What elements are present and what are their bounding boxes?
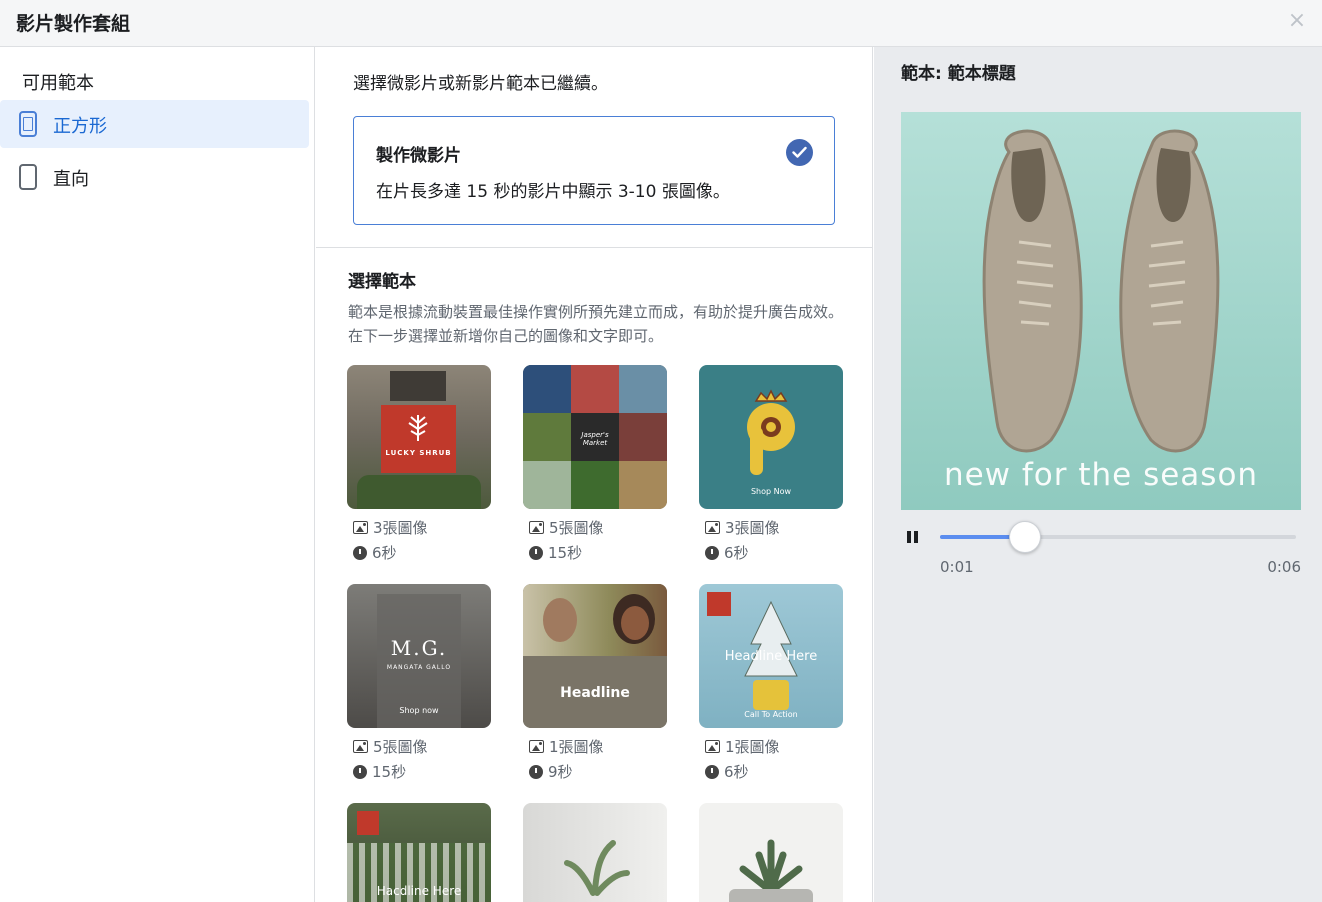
template-chooser: 選擇微影片或新影片範本已繼續。 製作微影片 在片長多達 15 秒的影片中顯示 3… (316, 47, 873, 902)
stopwatch-icon (529, 546, 543, 560)
images-icon (705, 740, 720, 753)
duration: 9秒 (529, 761, 573, 782)
preview-panel: 範本: 範本標題 new for the season 0:01 0:06 (874, 47, 1322, 902)
duration: 6秒 (353, 542, 397, 563)
template-thumbnail[interactable]: Jasper's Market (523, 365, 667, 509)
sidebar-item-label: 正方形 (53, 116, 107, 137)
close-icon[interactable]: × (1286, 10, 1308, 32)
template-thumbnail[interactable]: LUCKY SHRUB (347, 365, 491, 509)
template-thumbnail[interactable]: Hacdline Here (347, 803, 491, 902)
stopwatch-icon (353, 546, 367, 560)
option-title: 製作微影片 (376, 146, 461, 166)
sidebar-item-square[interactable]: 正方形 (0, 100, 309, 148)
stopwatch-icon (705, 546, 719, 560)
square-phone-icon (19, 111, 37, 137)
image-count: 3張圖像 (705, 517, 780, 538)
divider (316, 247, 872, 248)
sidebar: 可用範本 正方形 直向 (0, 47, 315, 902)
images-icon (353, 740, 368, 753)
images-icon (353, 521, 368, 534)
template-thumbnail[interactable]: Headline Here Call To Action (699, 584, 843, 728)
templates-description: 範本是根據流動裝置最佳操作實例所預先建立而成，有助於提升廣告成效。在下一步選擇並… (348, 303, 844, 345)
preview-title: 範本: 範本標題 (901, 64, 1016, 84)
end-time: 0:06 (1267, 558, 1301, 576)
sidebar-item-vertical[interactable]: 直向 (0, 153, 309, 201)
sidebar-item-label: 直向 (53, 169, 89, 190)
image-count: 1張圖像 (705, 736, 780, 757)
pause-icon[interactable] (906, 529, 920, 545)
succulent-image (564, 840, 630, 896)
sidebar-heading: 可用範本 (22, 73, 94, 94)
slider-handle[interactable] (1009, 521, 1041, 553)
progress-slider[interactable] (940, 521, 1296, 553)
images-icon (529, 521, 544, 534)
aloe-image (729, 839, 813, 902)
template-thumbnail[interactable]: M.G. MANGATA GALLO Shop now (347, 584, 491, 728)
option-description: 在片長多達 15 秒的影片中顯示 3-10 張圖像。 (376, 182, 730, 202)
template-thumbnail[interactable] (523, 803, 667, 902)
duration: 15秒 (353, 761, 406, 782)
image-count: 3張圖像 (353, 517, 428, 538)
preview-video[interactable]: new for the season (901, 112, 1301, 510)
dialog-header: 影片製作套組 × (0, 0, 1322, 47)
preview-caption: new for the season (943, 457, 1259, 493)
stopwatch-icon (705, 765, 719, 779)
image-count: 5張圖像 (529, 517, 604, 538)
images-icon (529, 740, 544, 753)
brand-logo (357, 811, 379, 835)
templates-title: 選擇範本 (348, 272, 416, 292)
images-icon (705, 521, 720, 534)
duration: 15秒 (529, 542, 582, 563)
duration: 6秒 (705, 542, 749, 563)
template-thumbnail[interactable]: Headline (523, 584, 667, 728)
intro-text: 選擇微影片或新影片範本已繼續。 (353, 74, 608, 94)
image-count: 1張圖像 (529, 736, 604, 757)
slideshow-option-card[interactable]: 製作微影片 在片長多達 15 秒的影片中顯示 3-10 張圖像。 (353, 116, 835, 225)
stopwatch-icon (529, 765, 543, 779)
current-time: 0:01 (940, 558, 974, 576)
vertical-phone-icon (19, 164, 37, 190)
stopwatch-icon (353, 765, 367, 779)
checkmark-icon (786, 139, 813, 166)
pretzel-logo (747, 389, 795, 475)
image-count: 5張圖像 (353, 736, 428, 757)
dialog-title: 影片製作套組 (16, 13, 131, 35)
template-thumbnail[interactable] (699, 803, 843, 902)
lucky-shrub-logo: LUCKY SHRUB (381, 405, 456, 473)
duration: 6秒 (705, 761, 749, 782)
template-thumbnail[interactable]: Shop Now (699, 365, 843, 509)
shoes-image (901, 112, 1301, 510)
